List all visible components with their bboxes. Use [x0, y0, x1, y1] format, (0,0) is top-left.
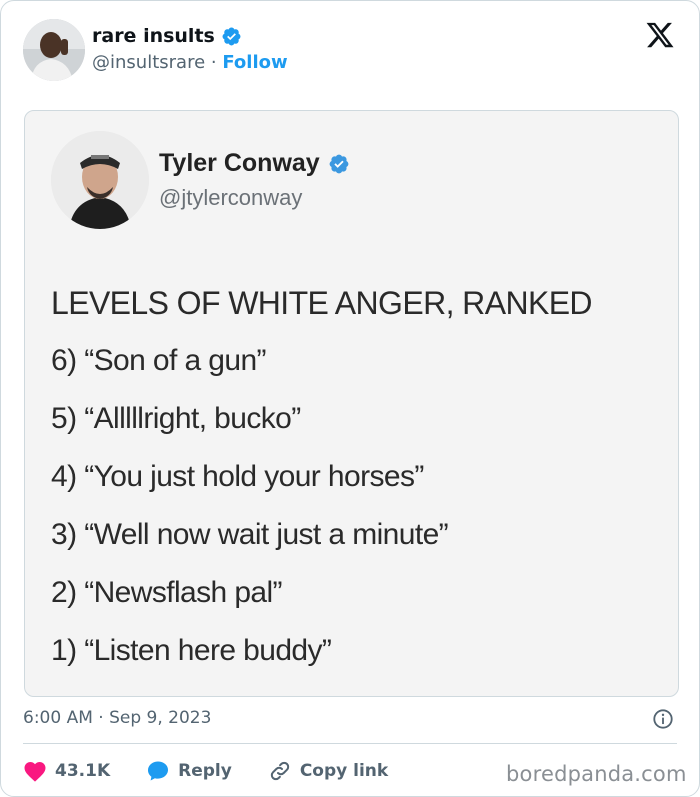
- reply-button[interactable]: Reply: [146, 759, 232, 783]
- embedded-avatar-image: [51, 131, 149, 229]
- tweet-timestamp[interactable]: 6:00 AM · Sep 9, 2023: [23, 708, 211, 728]
- author-avatar[interactable]: [23, 19, 85, 81]
- embedded-author-avatar: [51, 131, 149, 229]
- list-item: 6) “Son of a gun”: [51, 344, 267, 377]
- author-handle-row: @insultsrare · Follow: [92, 52, 288, 73]
- list-item: 1) “Listen here buddy”: [51, 634, 332, 667]
- info-icon[interactable]: [652, 708, 674, 730]
- embedded-author-name: Tyler Conway: [159, 149, 320, 177]
- list-item: 5) “Alllllright, bucko”: [51, 402, 301, 435]
- copy-link-button[interactable]: Copy link: [268, 759, 388, 783]
- heart-icon: [24, 762, 46, 782]
- separator-dot: ·: [210, 52, 217, 73]
- divider: [23, 743, 677, 744]
- speech-bubble-icon: [148, 761, 169, 781]
- tweet-actions: 43.1K Reply Copy link: [23, 757, 424, 785]
- embedded-tweet-image: Tyler Conway @jtylerconway LEVELS OF WHI…: [24, 110, 679, 697]
- watermark: boredpanda.com: [506, 762, 687, 786]
- x-logo-icon[interactable]: [644, 20, 676, 50]
- link-icon: [270, 761, 289, 781]
- like-button[interactable]: 43.1K: [23, 760, 110, 782]
- author-name-row: rare insults: [92, 25, 242, 47]
- author-avatar-image: [23, 19, 85, 81]
- list-item: 4) “You just hold your horses”: [51, 460, 424, 493]
- embedded-tweet-title: LEVELS OF WHITE ANGER, RANKED: [51, 285, 593, 321]
- follow-button[interactable]: Follow: [222, 52, 287, 73]
- embedded-author-handle: @jtylerconway: [159, 185, 303, 210]
- list-item: 2) “Newsflash pal”: [51, 576, 283, 609]
- author-name[interactable]: rare insults: [92, 25, 215, 47]
- embedded-name-row: Tyler Conway: [159, 149, 350, 178]
- list-item: 3) “Well now wait just a minute”: [51, 518, 449, 551]
- embedded-verified-badge-icon: [329, 154, 349, 173]
- verified-badge-icon: [222, 27, 241, 45]
- reply-label: Reply: [178, 761, 232, 781]
- embedded-ranked-list: 6) “Son of a gun” 5) “Alllllright, bucko…: [51, 343, 449, 691]
- like-count: 43.1K: [55, 761, 111, 781]
- author-handle[interactable]: @insultsrare: [92, 52, 205, 73]
- tweet-card: rare insults @insultsrare · Follow Tyler…: [0, 0, 700, 797]
- copy-link-label: Copy link: [299, 761, 389, 781]
